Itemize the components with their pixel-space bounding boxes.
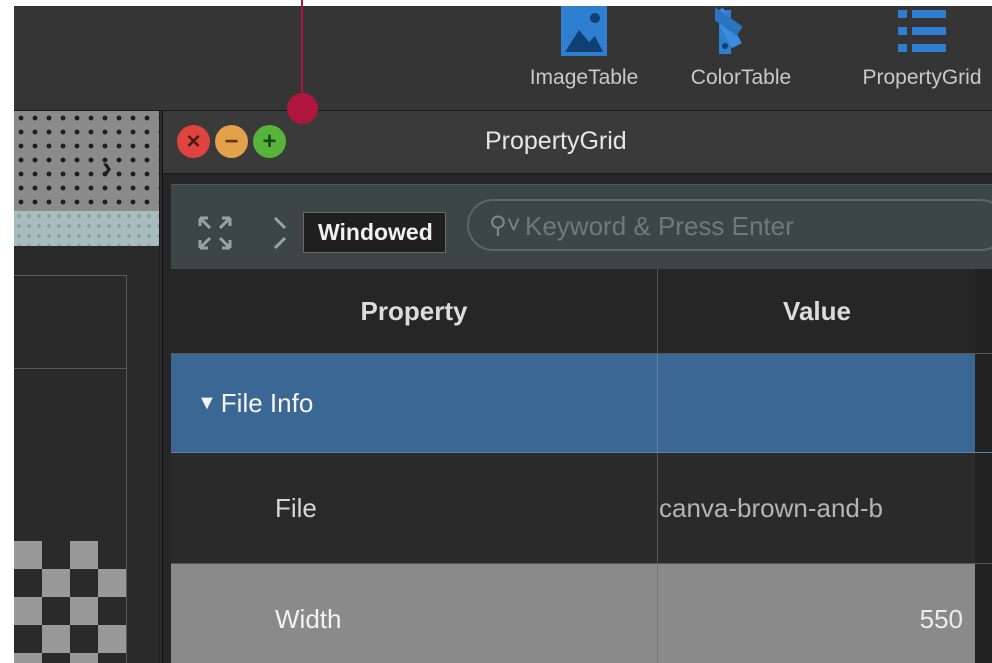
section-label: File Info [220,387,314,418]
left-panel-box [14,275,127,369]
section-value-cell [659,354,975,452]
left-panel: › [14,111,160,663]
disclosure-triangle-icon[interactable]: ▼ [197,392,217,415]
close-button[interactable]: × [177,125,210,158]
search-icon[interactable]: ⚲˅ [489,211,521,240]
search-input[interactable] [523,207,987,245]
collapse-all-icon[interactable] [273,215,293,258]
list-icon [898,10,946,52]
window-titlebar: × − + PropertyGrid [163,111,992,174]
section-row-file-info[interactable]: ▼ File Info [171,354,992,453]
scrollbar-track[interactable] [975,453,992,563]
color-swatches-icon [715,6,743,54]
property-cell: Width [171,564,658,663]
column-header-value[interactable]: Value [659,269,975,353]
search-field[interactable]: ⚲˅ [467,199,992,251]
scrollbar-track[interactable] [975,564,992,663]
toolbar-label: ColorTable [690,66,792,89]
propertygrid-window: × − + PropertyGrid ⚲˅ Proper [162,111,992,663]
chevron-right-icon[interactable]: › [102,151,136,185]
toolbar-item-propertygrid[interactable]: PropertyGrid [842,6,992,110]
window-title: PropertyGrid [485,127,627,155]
search-toolbar: ⚲˅ [171,184,992,272]
table-header: Property Value [171,269,992,354]
toolbar-label: ImageTable [529,66,639,89]
column-header-property[interactable]: Property [171,269,658,353]
close-icon: × [186,127,201,155]
value-cell[interactable]: canva-brown-and-b [659,453,975,563]
minimize-button[interactable]: − [215,125,248,158]
toolbar-item-colortable[interactable]: ColorTable [661,6,821,110]
value-cell[interactable]: 550 [659,564,975,663]
table-row[interactable]: File canva-brown-and-b [171,453,992,564]
zoom-button[interactable]: + [253,125,286,158]
plus-icon: + [262,127,277,155]
scrollbar-track[interactable] [975,354,992,452]
image-icon [561,6,607,56]
annotation-line [301,0,303,106]
property-cell: File [171,453,658,563]
property-table: Property Value ▼ File Info File canva-br… [171,269,992,663]
minimize-icon: − [224,127,239,155]
expand-all-icon[interactable] [197,215,233,258]
tooltip: Windowed [303,212,446,253]
main-toolbar: ImageTable ColorTable PropertyGrid [14,6,992,111]
checkerboard-preview [14,541,126,663]
teal-pattern-strip [14,211,159,246]
table-row[interactable]: Width 550 [171,564,992,663]
toolbar-label: PropertyGrid [862,66,982,89]
toolbar-item-imagetable[interactable]: ImageTable [504,6,664,110]
scrollbar-track[interactable] [975,269,992,353]
app-frame: ImageTable ColorTable PropertyGrid › × −… [14,6,992,663]
dotted-pattern-preview [14,111,159,211]
annotation-marker [287,93,318,124]
